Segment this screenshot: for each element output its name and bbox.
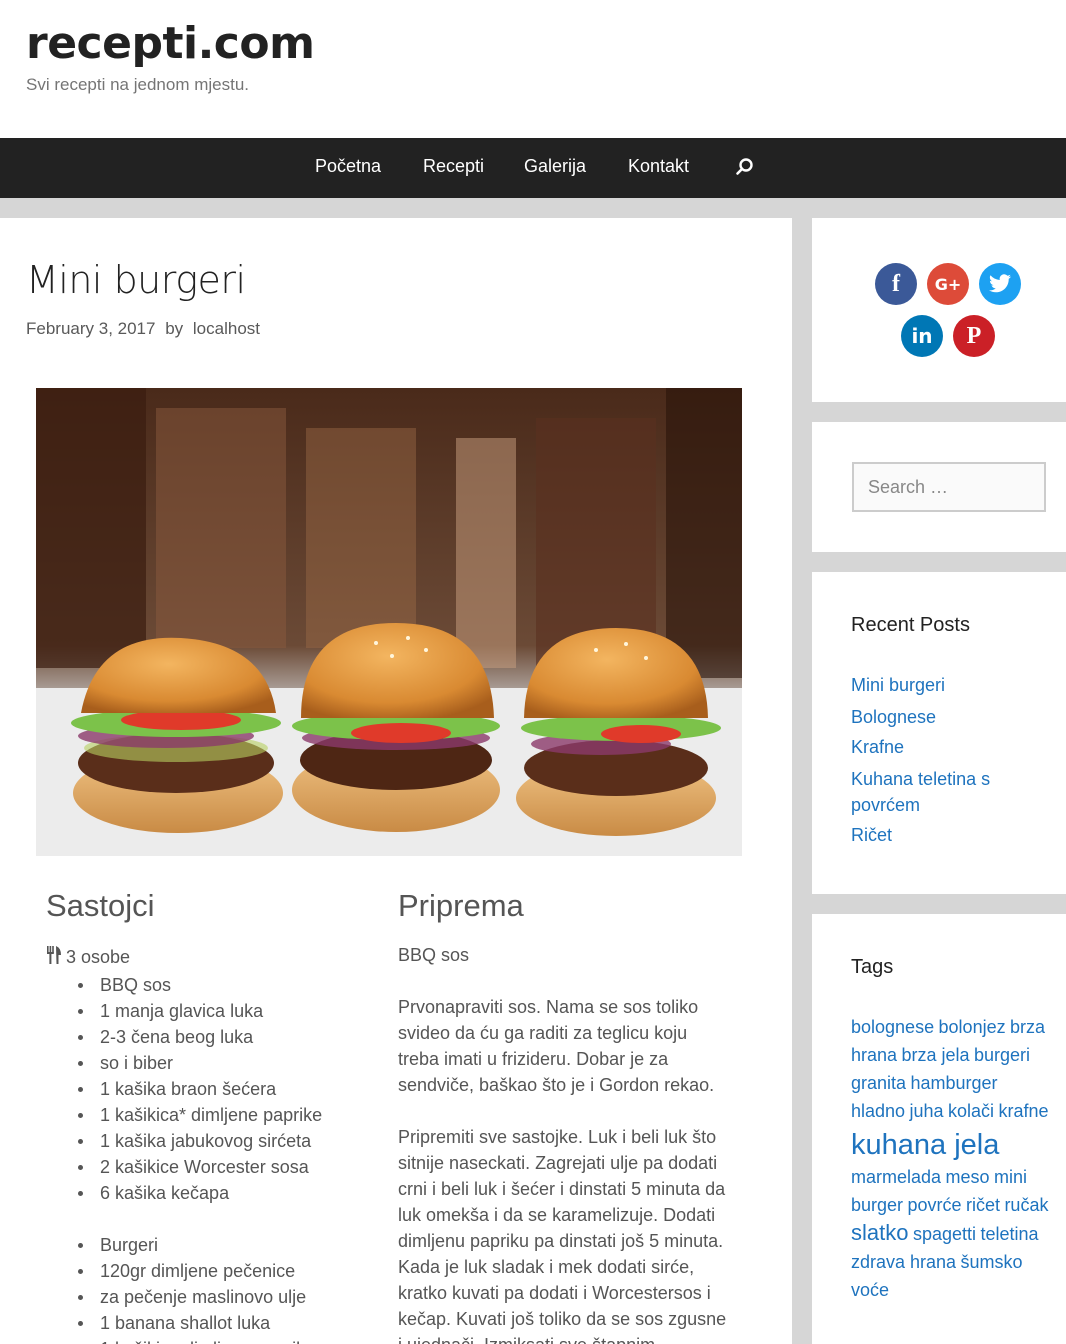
tag-link[interactable]: marmelada — [851, 1167, 941, 1187]
cutlery-icon — [46, 946, 62, 969]
tag-link[interactable]: kolači — [948, 1101, 994, 1121]
site-title[interactable]: recepti.com — [26, 18, 315, 69]
tag-cloud: bolognese bolonjez brza hrana brza jela … — [851, 1014, 1056, 1305]
main-navigation: Početna Recepti Galerija Kontakt — [0, 138, 1066, 198]
list-item: Burgeri — [77, 1232, 322, 1258]
tag-link[interactable]: ručak — [1004, 1195, 1048, 1215]
recent-post-link[interactable]: Bolognese — [851, 704, 1051, 730]
recent-posts-title: Recent Posts — [851, 614, 970, 636]
linkedin-icon[interactable]: in — [901, 315, 943, 357]
recent-post-link[interactable]: Kuhana teletina s povrćem — [851, 766, 1011, 818]
list-item: 1 manja glavica luka — [77, 998, 322, 1024]
list-item: 2-3 čena beog luka — [77, 1024, 322, 1050]
google-plus-icon[interactable]: G+ — [927, 263, 969, 305]
nav-item-kontakt[interactable]: Kontakt — [628, 156, 689, 177]
preparation-paragraph: Pripremiti sve sastojke. Luk i beli luk … — [398, 1127, 727, 1344]
nav-item-galerija[interactable]: Galerija — [524, 156, 586, 177]
ingredients-list: BBQ sos 1 manja glavica luka 2-3 čena be… — [77, 972, 322, 1344]
preparation-subheading: BBQ sos — [398, 945, 470, 965]
tag-link[interactable]: ričet — [966, 1195, 1000, 1215]
tags-title: Tags — [851, 956, 894, 978]
site-header: recepti.com Svi recepti na jednom mjestu… — [0, 0, 1066, 138]
tag-link[interactable]: bolonjez — [939, 1017, 1006, 1037]
tag-link[interactable]: meso — [946, 1167, 990, 1187]
tag-link[interactable]: kuhana jela — [851, 1129, 999, 1161]
facebook-icon[interactable]: f — [875, 263, 917, 305]
preparation-heading: Priprema — [398, 888, 524, 923]
list-item: BBQ sos — [77, 972, 322, 998]
tag-link[interactable]: krafne — [998, 1101, 1048, 1121]
servings-label: 3 osobe — [66, 947, 131, 967]
tag-link[interactable]: granita — [851, 1073, 906, 1093]
tag-link[interactable]: brza jela — [902, 1045, 970, 1065]
tag-link[interactable]: teletina — [980, 1224, 1038, 1244]
search-icon[interactable] — [735, 157, 755, 181]
list-item: 1 kašika braon šećera — [77, 1076, 322, 1102]
recent-post-link[interactable]: Mini burgeri — [851, 672, 1051, 698]
tag-link[interactable]: slatko — [851, 1220, 908, 1245]
social-widget: f G+ in P — [812, 218, 1066, 402]
twitter-icon[interactable] — [979, 263, 1021, 305]
post-title: Mini burgeri — [26, 258, 246, 302]
post-date[interactable]: February 3, 2017 — [26, 319, 155, 338]
list-item: 1 banana shallot luka — [77, 1310, 322, 1336]
list-item: 1 kašika jabukovog sirćeta — [77, 1128, 322, 1154]
tag-link[interactable]: zdrava hrana — [851, 1252, 956, 1272]
tag-link[interactable]: juha — [910, 1101, 944, 1121]
tags-widget: Tags bolognese bolonjez brza hrana brza … — [812, 914, 1066, 1344]
post-meta: February 3, 2017 by localhost — [26, 319, 260, 339]
ingredients-heading: Sastojci — [46, 888, 155, 923]
servings: 3 osobe — [46, 946, 130, 969]
tag-link[interactable]: povrće — [907, 1195, 961, 1215]
recent-post-link[interactable]: Ričet — [851, 822, 1051, 848]
list-item: 120gr dimljene pečenice — [77, 1258, 322, 1284]
burger-illustration — [71, 637, 283, 833]
recent-posts-widget: Recent Posts Mini burgeri Bolognese Kraf… — [812, 572, 1066, 894]
post-by: by — [165, 319, 184, 338]
list-item: 6 kašika kečapa — [77, 1180, 322, 1206]
search-input[interactable] — [852, 462, 1046, 512]
list-spacer — [100, 1206, 322, 1232]
post-content: Mini burgeri February 3, 2017 by localho… — [0, 218, 792, 1344]
post-author[interactable]: localhost — [193, 319, 260, 338]
tag-link[interactable]: bolognese — [851, 1017, 934, 1037]
nav-item-recepti[interactable]: Recepti — [423, 156, 484, 177]
list-item: 1 kašikica dimljene paprike — [100, 1336, 322, 1344]
search-widget — [812, 422, 1066, 552]
pinterest-icon[interactable]: P — [953, 315, 995, 357]
site-description: Svi recepti na jednom mjestu. — [26, 75, 249, 94]
tag-link[interactable]: spagetti — [913, 1224, 976, 1244]
tag-link[interactable]: burgeri — [974, 1045, 1030, 1065]
recent-post-link[interactable]: Krafne — [851, 734, 1051, 760]
list-item: so i biber — [77, 1050, 322, 1076]
nav-item-pocetna[interactable]: Početna — [315, 156, 381, 177]
list-item: 1 kašikica* dimljene paprike — [77, 1102, 322, 1128]
list-item: za pečenje maslinovo ulje — [77, 1284, 322, 1310]
post-featured-image — [36, 388, 742, 856]
preparation-paragraph: Prvonapraviti sos. Nama se sos toliko sv… — [398, 997, 715, 1095]
tag-link[interactable]: hamburger — [911, 1073, 998, 1093]
tag-link[interactable]: hladno — [851, 1101, 905, 1121]
list-item: 2 kašikice Worcester sosa — [77, 1154, 322, 1180]
